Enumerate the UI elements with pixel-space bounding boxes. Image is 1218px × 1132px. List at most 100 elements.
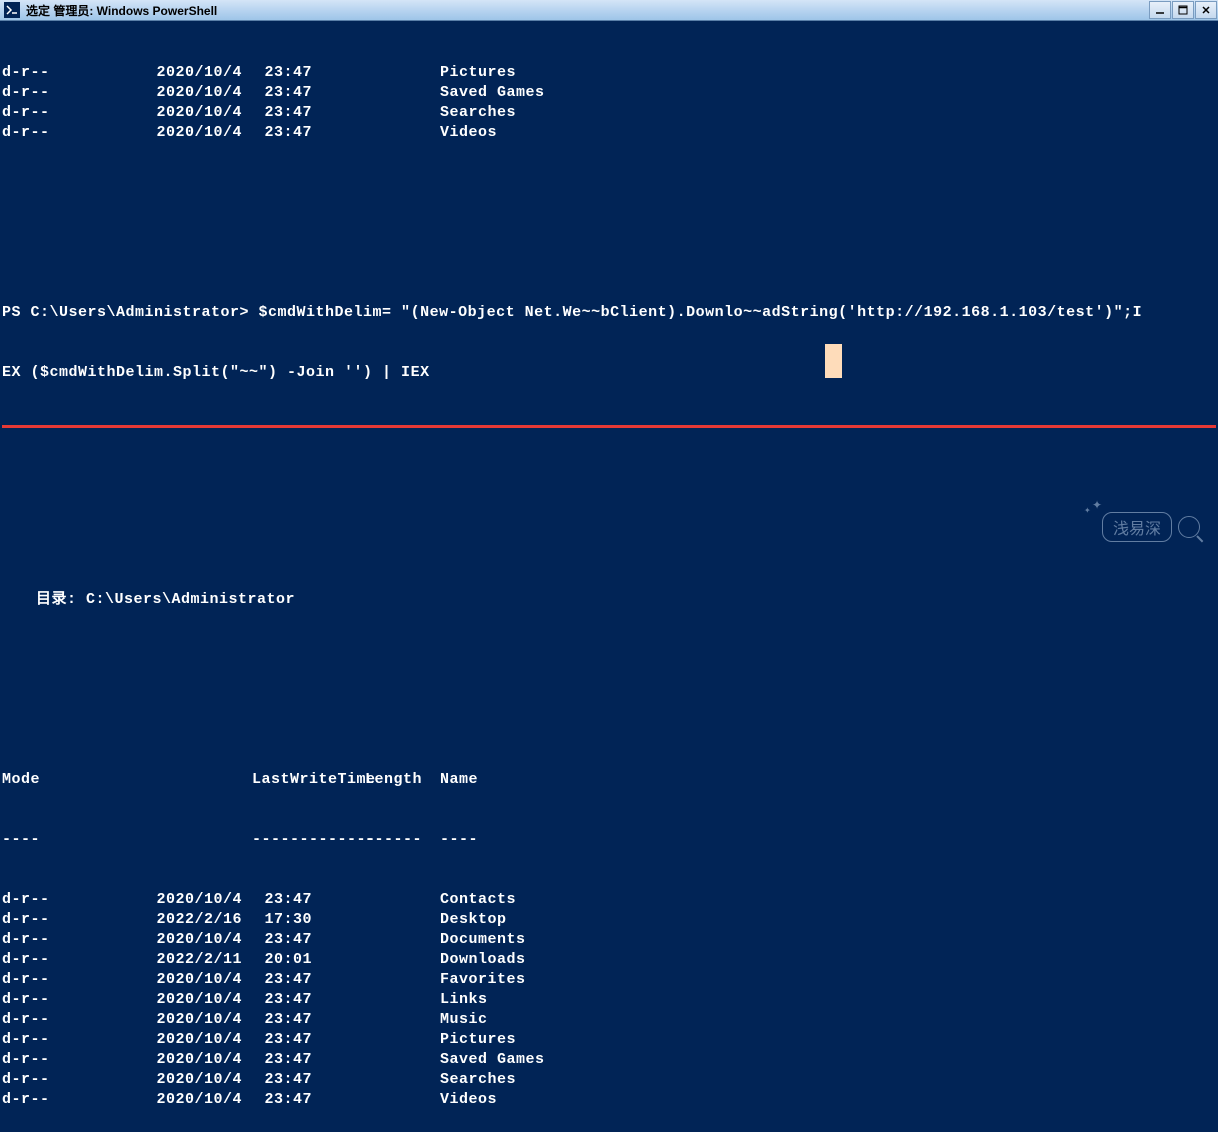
- listing-row: d-r--2020/10/423:47Favorites: [2, 970, 1216, 990]
- directory-listing-bottom: d-r--2020/10/423:47Contactsd-r--2022/2/1…: [2, 890, 1216, 1110]
- header-lastwrite: [122, 770, 242, 790]
- row-filename: Favorites: [422, 970, 526, 990]
- row-length: [322, 123, 422, 143]
- row-filename: Searches: [422, 1070, 516, 1090]
- header-length: Length: [322, 770, 422, 790]
- header-mode: Mode: [2, 770, 122, 790]
- listing-row: d-r--2020/10/423:47 Pictures: [2, 1030, 1216, 1050]
- row-time: 23:47: [242, 930, 322, 950]
- watermark-text: 浅易深: [1102, 512, 1172, 542]
- row-filename: Documents: [422, 930, 526, 950]
- row-date: 2020/10/4: [122, 1010, 242, 1030]
- row-length: [322, 1050, 422, 1070]
- row-time: 23:47: [242, 1010, 322, 1030]
- row-time: 17:30: [242, 910, 322, 930]
- row-time: 23:47: [242, 1030, 322, 1050]
- row-length: [322, 1070, 422, 1090]
- row-mode: d-r--: [2, 83, 122, 103]
- row-filename: Saved Games: [422, 1050, 545, 1070]
- row-mode: d-r--: [2, 890, 122, 910]
- row-time: 23:47: [242, 123, 322, 143]
- row-time: 23:47: [242, 83, 322, 103]
- listing-row: d-r--2020/10/423:47Saved Games: [2, 1050, 1216, 1070]
- row-mode: d-r--: [2, 910, 122, 930]
- row-mode: d-r--: [2, 1030, 122, 1050]
- listing-row: d-r--2022/2/1617:30 Desktop: [2, 910, 1216, 930]
- sparkle-icon: ✦: [1092, 498, 1102, 513]
- row-mode: d-r--: [2, 930, 122, 950]
- row-filename: Pictures: [422, 63, 516, 83]
- row-date: 2020/10/4: [122, 1030, 242, 1050]
- listing-row: d-r--2020/10/423:47 Documents: [2, 930, 1216, 950]
- listing-row: d-r--2020/10/423:47 Pictures: [2, 63, 1216, 83]
- listing-row: d-r--2020/10/423:47Saved Games: [2, 83, 1216, 103]
- listing-row: d-r--2020/10/423:47 Music: [2, 1010, 1216, 1030]
- listing-row: d-r--2022/2/1120:01Downloads: [2, 950, 1216, 970]
- row-length: [322, 930, 422, 950]
- header-name: Name: [422, 770, 478, 790]
- row-date: 2020/10/4: [122, 83, 242, 103]
- row-date: 2020/10/4: [122, 930, 242, 950]
- row-time: 23:47: [242, 1050, 322, 1070]
- row-filename: Videos: [422, 1090, 497, 1110]
- row-date: 2020/10/4: [122, 123, 242, 143]
- row-filename: Music: [422, 1010, 488, 1030]
- row-date: 2020/10/4: [122, 103, 242, 123]
- row-filename: Desktop: [422, 910, 507, 930]
- watermark: ✦ ✦ 浅易深: [1102, 512, 1200, 542]
- row-filename: Contacts: [422, 890, 516, 910]
- close-button[interactable]: [1195, 1, 1217, 19]
- row-date: 2020/10/4: [122, 1070, 242, 1090]
- row-date: 2020/10/4: [122, 990, 242, 1010]
- command-prompt-line: PS C:\Users\Administrator> $cmdWithDelim…: [2, 303, 1216, 323]
- row-time: 23:47: [242, 63, 322, 83]
- row-mode: d-r--: [2, 1090, 122, 1110]
- row-date: 2020/10/4: [122, 63, 242, 83]
- minimize-button[interactable]: [1149, 1, 1171, 19]
- row-mode: d-r--: [2, 1050, 122, 1070]
- directory-path-label: 目录: C:\Users\Administrator: [2, 590, 1216, 610]
- listing-row: d-r--2020/10/423:47Links: [2, 990, 1216, 1010]
- row-time: 23:47: [242, 990, 322, 1010]
- row-mode: d-r--: [2, 63, 122, 83]
- row-length: [322, 1090, 422, 1110]
- row-mode: d-r--: [2, 1010, 122, 1030]
- window-titlebar[interactable]: 选定 管理员: Windows PowerShell: [0, 0, 1218, 21]
- terminal-content[interactable]: d-r--2020/10/423:47Picturesd-r--2020/10/…: [0, 21, 1218, 1132]
- row-time: 23:47: [242, 1090, 322, 1110]
- magnifier-icon: [1178, 516, 1200, 538]
- row-length: [322, 83, 422, 103]
- row-mode: d-r--: [2, 103, 122, 123]
- command-continuation-line: EX ($cmdWithDelim.Split("~~") -Join '') …: [2, 363, 1216, 383]
- row-length: [322, 950, 422, 970]
- powershell-icon: [4, 2, 20, 18]
- row-length: [322, 1010, 422, 1030]
- window-controls: [1149, 0, 1218, 20]
- window-title: 选定 管理员: Windows PowerShell: [24, 2, 1149, 19]
- row-time: 23:47: [242, 890, 322, 910]
- row-length: [322, 970, 422, 990]
- row-filename: Pictures: [422, 1030, 516, 1050]
- listing-row: d-r--2020/10/423:47Videos: [2, 123, 1216, 143]
- row-date: 2022/2/16: [122, 910, 242, 930]
- listing-row: d-r--2020/10/423:47Contacts: [2, 890, 1216, 910]
- row-length: [322, 990, 422, 1010]
- row-time: 23:47: [242, 103, 322, 123]
- sparkle-icon: ✦: [1084, 506, 1091, 516]
- row-time: 23:47: [242, 1070, 322, 1090]
- listing-row: d-r--2020/10/423:47 Searches: [2, 1070, 1216, 1090]
- listing-row: d-r--2020/10/423:47Videos: [2, 1090, 1216, 1110]
- row-mode: d-r--: [2, 1070, 122, 1090]
- row-length: [322, 910, 422, 930]
- maximize-button[interactable]: [1172, 1, 1194, 19]
- row-length: [322, 63, 422, 83]
- row-mode: d-r--: [2, 970, 122, 990]
- listing-header-separator: ---- ------------- ------ ----: [2, 830, 1216, 850]
- row-mode: d-r--: [2, 950, 122, 970]
- row-time: 20:01: [242, 950, 322, 970]
- row-filename: Downloads: [422, 950, 526, 970]
- row-mode: d-r--: [2, 990, 122, 1010]
- row-length: [322, 890, 422, 910]
- row-mode: d-r--: [2, 123, 122, 143]
- row-length: [322, 103, 422, 123]
